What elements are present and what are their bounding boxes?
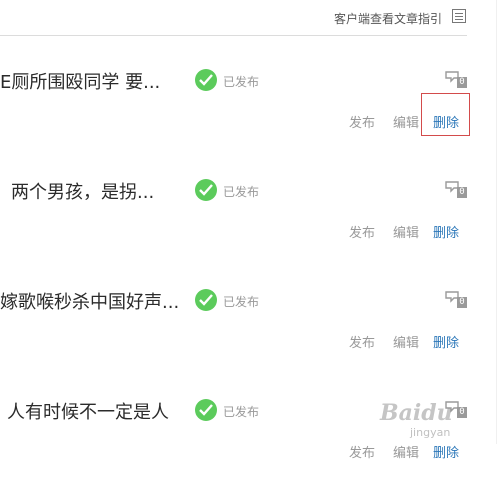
publish-button[interactable]: 发布 — [349, 442, 375, 461]
published-check-icon — [195, 179, 217, 201]
edit-button[interactable]: 编辑 — [393, 112, 419, 131]
watermark-subtext: jingyan — [410, 426, 451, 439]
delete-highlight-box — [421, 93, 470, 136]
document-list-icon[interactable] — [452, 9, 466, 23]
edit-button[interactable]: 编辑 — [393, 332, 419, 351]
edit-button[interactable]: 编辑 — [393, 442, 419, 461]
delete-button[interactable]: 删除 — [433, 332, 459, 351]
top-bar: 客户端查看文章指引 — [0, 0, 500, 36]
delete-button[interactable]: 删除 — [433, 442, 459, 461]
publish-button[interactable]: 发布 — [349, 222, 375, 241]
published-check-icon — [195, 69, 217, 91]
edit-button[interactable]: 编辑 — [393, 222, 419, 241]
comment-count: 0 — [457, 297, 467, 308]
status-label: 已发布 — [223, 405, 260, 419]
comment-count-icon[interactable]: 0 — [445, 70, 467, 90]
status-label: 已发布 — [223, 75, 260, 89]
client-view-guide-link[interactable]: 客户端查看文章指引 — [334, 10, 442, 27]
comment-count: 0 — [457, 77, 467, 88]
publish-button[interactable]: 发布 — [349, 112, 375, 131]
article-title[interactable]: 嫁歌喉秒杀中国好声... — [0, 288, 185, 314]
article-title[interactable]: E厕所围殴同学 要... — [0, 68, 185, 94]
article-title[interactable]: 两个男孩，是拐... — [11, 178, 185, 204]
comment-count-icon[interactable]: 0 — [445, 180, 467, 200]
status-label: 已发布 — [223, 185, 260, 199]
baidu-watermark: Baidu jingyan — [380, 388, 498, 440]
article-title[interactable]: 人有时候不一定是人 — [7, 398, 187, 424]
delete-button[interactable]: 删除 — [433, 222, 459, 241]
article-row: 两个男孩，是拐... 已发布 0 发布 编辑 删除 — [0, 156, 500, 266]
header-divider — [0, 35, 467, 36]
status-label: 已发布 — [223, 295, 260, 309]
published-check-icon — [195, 289, 217, 311]
publish-button[interactable]: 发布 — [349, 332, 375, 351]
published-check-icon — [195, 399, 217, 421]
article-row: 嫁歌喉秒杀中国好声... 已发布 0 发布 编辑 删除 — [0, 266, 500, 376]
watermark-text: Baidu — [380, 400, 453, 426]
comment-count: 0 — [457, 187, 467, 198]
comment-count-icon[interactable]: 0 — [445, 290, 467, 310]
